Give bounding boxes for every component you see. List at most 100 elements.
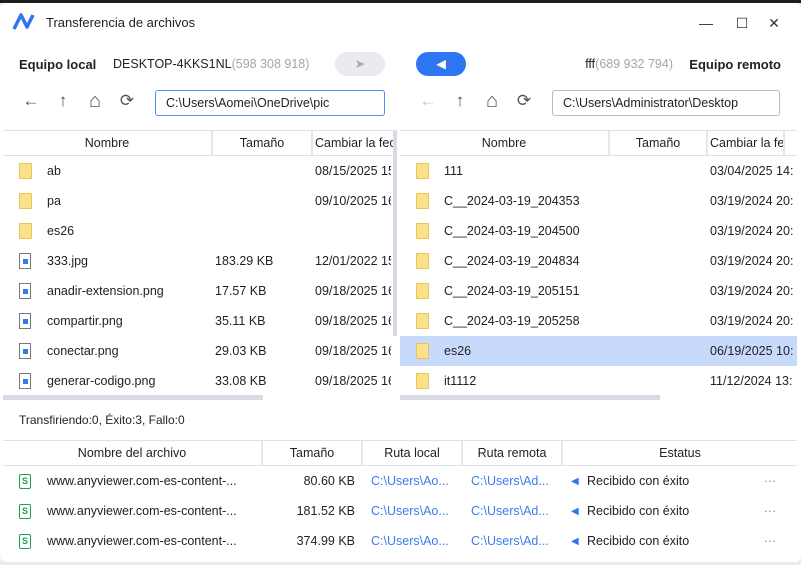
file-row[interactable]: ab 08/15/2025 15: xyxy=(3,156,397,186)
file-size: 29.03 KB xyxy=(215,344,267,358)
image-file-icon-cell xyxy=(3,343,47,359)
file-row[interactable]: 111 03/04/2025 14: xyxy=(400,156,797,186)
col-status[interactable]: Estatus xyxy=(563,441,797,465)
file-name: C__2024-03-19_205258 xyxy=(444,314,580,328)
file-size: 33.08 KB xyxy=(215,374,267,388)
transfer-local-path[interactable]: C:\Users\Ao... xyxy=(355,474,463,488)
image-file-icon xyxy=(19,373,31,389)
local-label: Equipo local xyxy=(19,57,97,72)
close-button[interactable]: ✕ xyxy=(762,11,786,35)
send-icon: ➤ xyxy=(354,57,366,71)
file-row[interactable]: conectar.png 29.03 KB 09/18/2025 16:0 xyxy=(3,336,397,366)
image-file-icon xyxy=(19,283,31,299)
col-size[interactable]: Tamaño xyxy=(213,131,313,155)
maximize-button[interactable]: ☐ xyxy=(730,11,754,35)
remote-home-icon[interactable]: ⌂ xyxy=(481,90,503,112)
folder-icon-cell xyxy=(400,163,444,179)
spreadsheet-icon-cell: S xyxy=(3,503,47,519)
file-name: generar-codigo.png xyxy=(47,374,156,388)
transfer-row[interactable]: Swww.anyviewer.com-es-content-... 80.60 K… xyxy=(3,466,797,496)
file-name: 111 xyxy=(444,164,464,178)
file-row[interactable]: generar-codigo.png 33.08 KB 09/18/2025 16:… xyxy=(3,366,397,396)
file-name: ab xyxy=(47,164,61,178)
receive-button[interactable]: ◀ xyxy=(416,52,466,76)
remote-label: Equipo remoto xyxy=(689,57,781,72)
image-file-icon xyxy=(19,343,31,359)
file-name: C__2024-03-19_204353 xyxy=(444,194,580,208)
received-arrow-icon: ◀ xyxy=(571,505,579,517)
file-row[interactable]: C__2024-03-19_204834 03/19/2024 20: xyxy=(400,246,797,276)
file-date: 11/12/2024 13:5 xyxy=(710,374,793,388)
remote-path-input[interactable]: C:\Users\Administrator\Desktop xyxy=(552,90,780,116)
file-row[interactable]: 333.jpg 183.29 KB 12/01/2022 15:2 xyxy=(3,246,397,276)
transfer-table: Nombre del archivo Tamaño Ruta local Rut… xyxy=(3,440,797,556)
more-options-button[interactable]: ··· xyxy=(755,534,785,548)
transfer-remote-path[interactable]: C:\Users\Ad... xyxy=(463,534,563,548)
local-device-name: DESKTOP-4KKS1NL xyxy=(113,57,232,71)
remote-table-header: Nombre Tamaño Cambiar la fec xyxy=(400,131,797,156)
file-size: 35.11 KB xyxy=(215,314,266,328)
local-path-input[interactable]: C:\Users\Aomei\OneDrive\pic xyxy=(155,90,385,116)
folder-icon xyxy=(415,253,429,269)
up-icon[interactable]: ↑ xyxy=(52,90,74,112)
col-date[interactable]: Cambiar la fec xyxy=(708,131,785,155)
transfer-remote-path[interactable]: C:\Users\Ad... xyxy=(463,504,563,518)
transfer-local-path[interactable]: C:\Users\Ao... xyxy=(355,534,463,548)
back-icon[interactable]: ← xyxy=(20,90,42,112)
folder-icon-cell xyxy=(3,223,47,239)
remote-back-icon[interactable]: ← xyxy=(417,90,439,112)
remote-up-icon[interactable]: ↑ xyxy=(449,90,471,112)
send-button[interactable]: ➤ xyxy=(335,52,385,76)
file-row[interactable]: pa 09/10/2025 16:0 xyxy=(3,186,397,216)
file-date: 09/18/2025 16:0 xyxy=(315,314,391,328)
spreadsheet-file-icon: S xyxy=(19,503,31,519)
more-options-button[interactable]: ··· xyxy=(755,504,785,518)
transfer-local-path[interactable]: C:\Users\Ao... xyxy=(355,504,463,518)
col-name[interactable]: Nombre xyxy=(3,131,213,155)
file-row[interactable]: C__2024-03-19_204500 03/19/2024 20: xyxy=(400,216,797,246)
col-remote-path[interactable]: Ruta remota xyxy=(463,441,563,465)
minimize-button[interactable]: — xyxy=(694,11,718,35)
folder-icon-cell xyxy=(400,253,444,269)
more-options-button[interactable]: ··· xyxy=(755,474,785,488)
file-row[interactable]: compartir.png 35.11 KB 09/18/2025 16:0 xyxy=(3,306,397,336)
local-device-id: (598 308 918) xyxy=(231,57,310,71)
file-row[interactable]: C__2024-03-19_205151 03/19/2024 20: xyxy=(400,276,797,306)
col-size[interactable]: Tamaño xyxy=(610,131,708,155)
file-date: 03/19/2024 20: xyxy=(710,224,793,238)
folder-icon xyxy=(415,163,429,179)
file-name: es26 xyxy=(444,344,472,358)
file-row[interactable]: es26 xyxy=(3,216,397,246)
file-name: es26 xyxy=(47,224,75,238)
horizontal-scrollbar[interactable] xyxy=(3,395,263,400)
file-row[interactable]: C__2024-03-19_204353 03/19/2024 20: xyxy=(400,186,797,216)
file-name: C__2024-03-19_204500 xyxy=(444,224,580,238)
spreadsheet-icon-cell: S xyxy=(3,473,47,489)
col-size[interactable]: Tamaño xyxy=(263,441,363,465)
file-name: pa xyxy=(47,194,61,208)
file-row[interactable]: anadir-extension.png 17.57 KB 09/18/2025 1… xyxy=(3,276,397,306)
image-file-icon-cell xyxy=(3,373,47,389)
vertical-scrollbar[interactable] xyxy=(393,131,397,336)
file-date: 09/18/2025 16:0 xyxy=(315,344,391,358)
file-date: 03/19/2024 20: xyxy=(710,314,793,328)
col-file-name[interactable]: Nombre del archivo xyxy=(3,441,263,465)
refresh-icon[interactable]: ⟳ xyxy=(116,90,138,112)
col-local-path[interactable]: Ruta local xyxy=(363,441,463,465)
file-row[interactable]: C__2024-03-19_205258 03/19/2024 20: xyxy=(400,306,797,336)
remote-refresh-icon[interactable]: ⟳ xyxy=(513,90,535,112)
col-name[interactable]: Nombre xyxy=(400,131,610,155)
transfer-row[interactable]: Swww.anyviewer.com-es-content-... 374.99 … xyxy=(3,526,797,556)
file-date: 03/04/2025 14: xyxy=(710,164,793,178)
col-date[interactable]: Cambiar la fec xyxy=(313,131,397,155)
transfer-status: Recibido con éxito xyxy=(587,534,690,548)
transfer-row[interactable]: Swww.anyviewer.com-es-content-... 181.52 … xyxy=(3,496,797,526)
transfer-remote-path[interactable]: C:\Users\Ad... xyxy=(463,474,563,488)
home-icon[interactable]: ⌂ xyxy=(84,90,106,112)
file-row[interactable]: es26 06/19/2025 10:5 xyxy=(400,336,797,366)
horizontal-scrollbar[interactable] xyxy=(400,395,660,400)
spreadsheet-file-icon: S xyxy=(19,473,31,489)
image-file-icon-cell xyxy=(3,253,47,269)
file-size: 17.57 KB xyxy=(215,284,267,298)
file-row[interactable]: it1112 11/12/2024 13:5 xyxy=(400,366,797,396)
